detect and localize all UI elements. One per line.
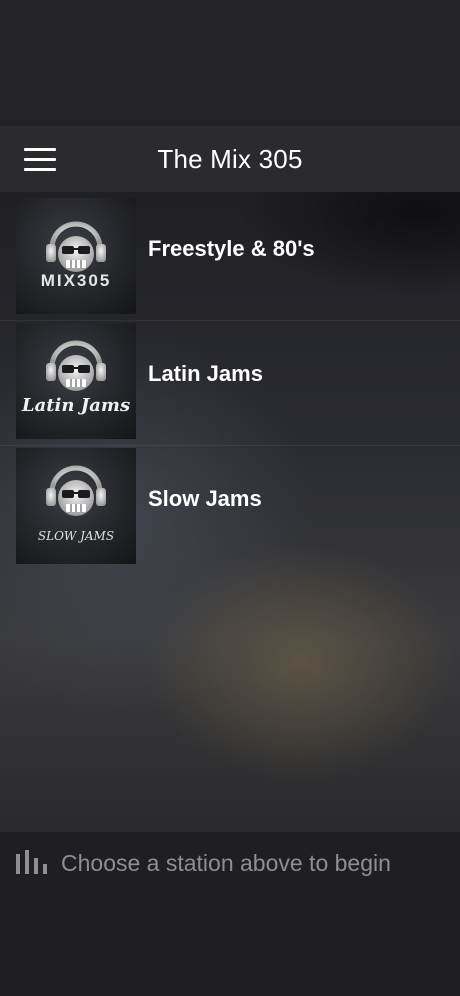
player-status-text: Choose a station above to begin <box>61 850 391 876</box>
station-item-freestyle[interactable]: MIX305 Freestyle & 80's <box>0 196 460 320</box>
hamburger-menu-icon <box>24 167 56 171</box>
dj-headphones-logo: SLOW JAMS <box>38 465 114 543</box>
hamburger-menu-icon <box>24 147 56 151</box>
station-art-text: MIX305 <box>41 271 112 290</box>
dj-headphones-logo: MIX305 <box>41 221 112 290</box>
station-artwork: MIX305 <box>16 198 136 314</box>
station-item-latin-jams[interactable]: Latin Jams Latin Jams <box>0 320 460 445</box>
station-name: Slow Jams <box>148 486 262 511</box>
station-name: Freestyle & 80's <box>148 236 315 261</box>
station-item-slow-jams[interactable]: SLOW JAMS Slow Jams <box>0 445 460 570</box>
station-name: Latin Jams <box>148 361 263 386</box>
station-list: MIX305 Freestyle & 80's Latin Jams Latin… <box>0 196 460 570</box>
hamburger-menu-icon <box>24 157 56 161</box>
status-bar-area <box>0 0 460 126</box>
station-art-text: SLOW JAMS <box>38 529 114 543</box>
station-artwork: Latin Jams <box>16 323 136 439</box>
menu-button[interactable] <box>16 142 64 176</box>
station-artwork: SLOW JAMS <box>16 448 136 564</box>
equalizer-icon <box>16 850 47 874</box>
dj-headphones-logo: Latin Jams <box>21 340 130 416</box>
page-title: The Mix 305 <box>157 143 303 174</box>
station-list-area[interactable]: MIX305 Freestyle & 80's Latin Jams Latin… <box>0 192 460 832</box>
station-art-text: Latin Jams <box>21 395 130 416</box>
app-header: The Mix 305 <box>0 126 460 192</box>
player-footer: Choose a station above to begin <box>0 832 460 996</box>
now-playing-bar[interactable]: Choose a station above to begin <box>0 840 460 884</box>
